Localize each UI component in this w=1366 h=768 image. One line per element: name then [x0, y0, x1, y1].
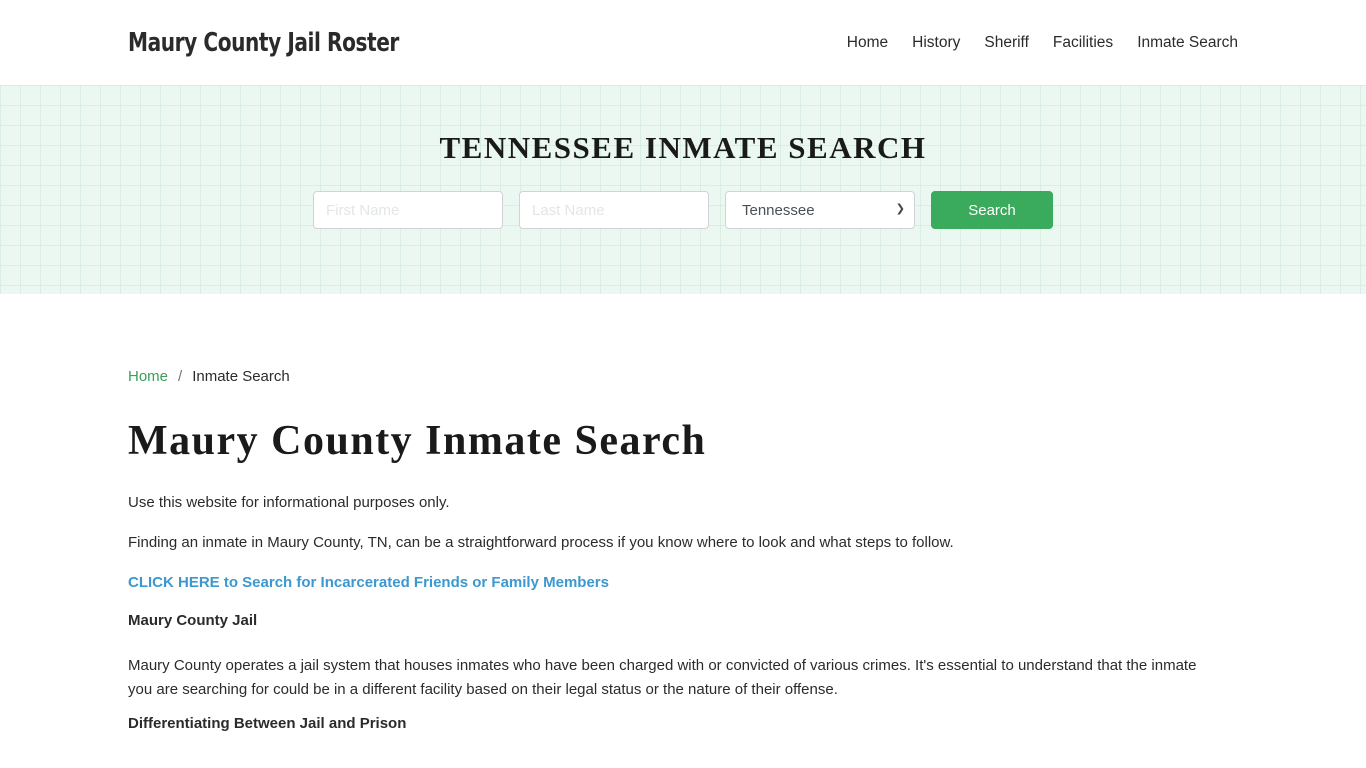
- nav-home[interactable]: Home: [847, 34, 888, 52]
- main-content: Home / Inmate Search Maury County Inmate…: [0, 294, 1366, 736]
- page-title: Maury County Inmate Search: [128, 418, 707, 464]
- hero-title: TENNESSEE INMATE SEARCH: [439, 130, 927, 165]
- last-name-input[interactable]: [519, 191, 709, 229]
- search-button[interactable]: Search: [931, 191, 1053, 229]
- breadcrumb-current: Inmate Search: [192, 368, 290, 385]
- site-header: Maury County Jail Roster Home History Sh…: [0, 0, 1366, 85]
- section-heading-maury-county-jail: Maury County Jail: [128, 612, 258, 629]
- state-select[interactable]: Tennessee: [725, 191, 915, 229]
- intro-text: Use this website for informational purpo…: [128, 494, 450, 511]
- nav-sheriff[interactable]: Sheriff: [984, 34, 1029, 52]
- breadcrumb: Home / Inmate Search: [128, 368, 1238, 385]
- hero-search-section: TENNESSEE INMATE SEARCH Tennessee ❯ Sear…: [0, 85, 1366, 294]
- first-name-input[interactable]: [313, 191, 503, 229]
- inmate-search-form: Tennessee ❯ Search: [313, 191, 1053, 229]
- nav-inmate-search[interactable]: Inmate Search: [1137, 34, 1238, 52]
- nav-facilities[interactable]: Facilities: [1053, 34, 1113, 52]
- section-body-maury-county-jail: Maury County operates a jail system that…: [128, 657, 1197, 698]
- breadcrumb-home[interactable]: Home: [128, 368, 168, 385]
- site-brand-logo[interactable]: Maury County Jail Roster: [128, 28, 399, 58]
- nav-history[interactable]: History: [912, 34, 960, 52]
- paragraph-finding-inmate: Finding an inmate in Maury County, TN, c…: [128, 534, 954, 551]
- state-select-wrapper: Tennessee ❯: [725, 191, 915, 229]
- section-heading-jail-vs-prison: Differentiating Between Jail and Prison: [128, 715, 407, 732]
- main-nav: Home History Sheriff Facilities Inmate S…: [847, 34, 1238, 52]
- breadcrumb-separator: /: [178, 368, 183, 385]
- search-cta-link[interactable]: CLICK HERE to Search for Incarcerated Fr…: [128, 571, 1238, 595]
